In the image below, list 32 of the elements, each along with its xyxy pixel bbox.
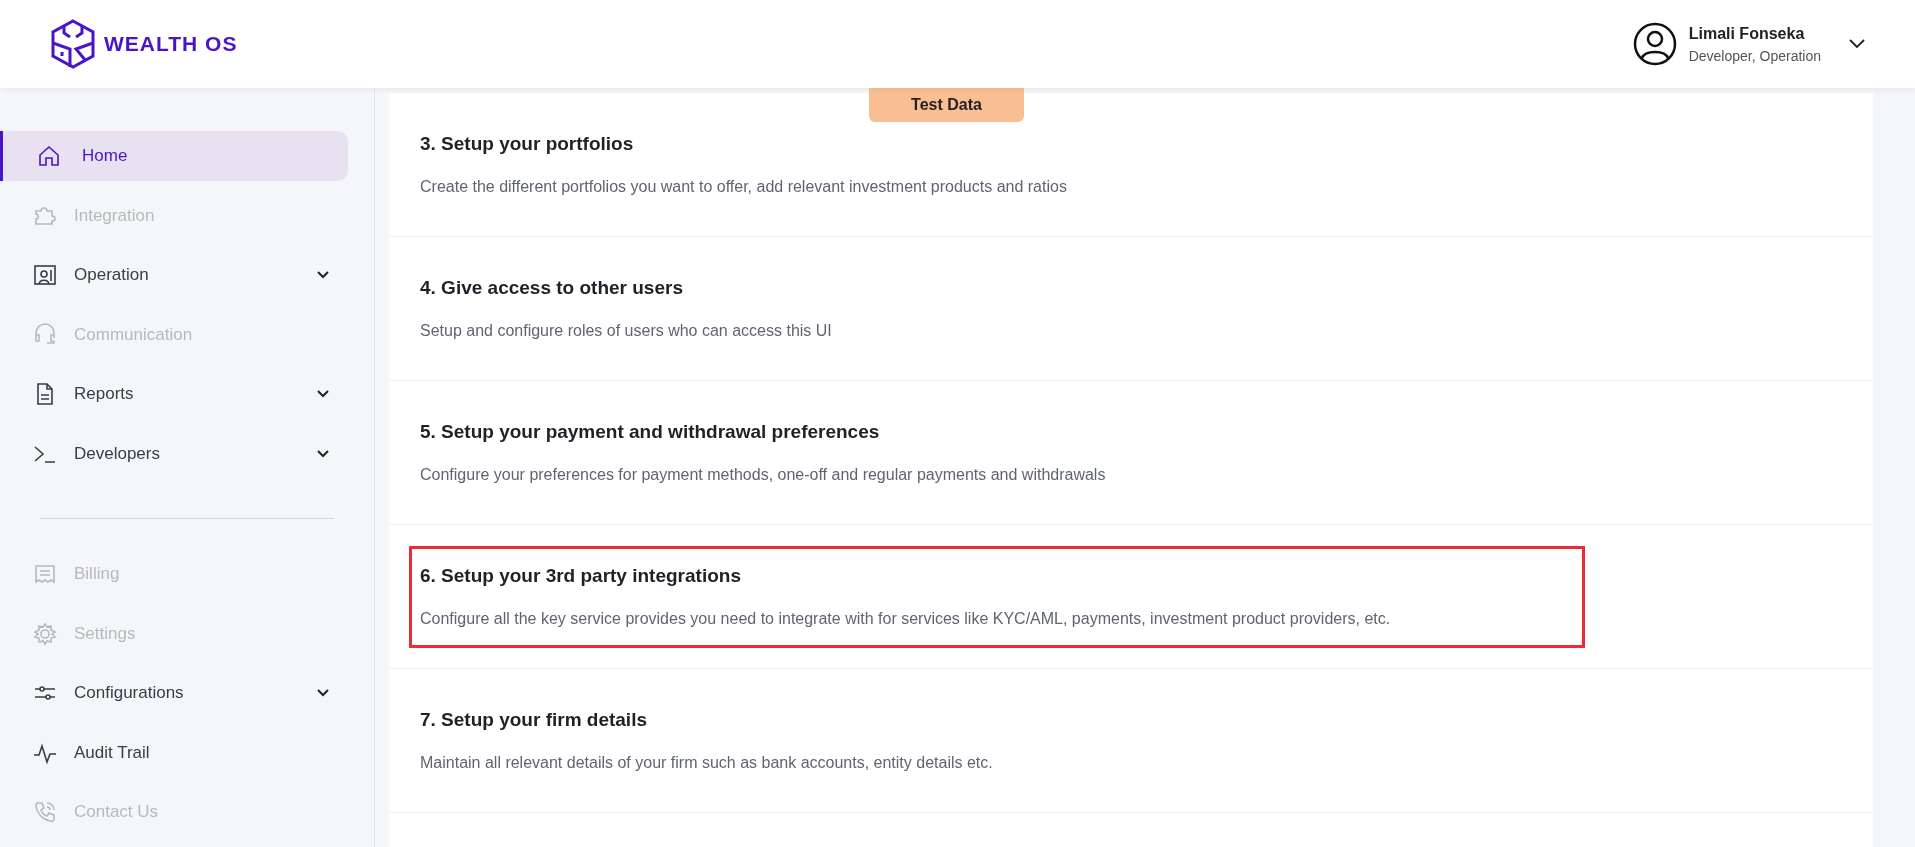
sidebar-item[interactable]: Configurations xyxy=(0,668,348,718)
sidebar-item[interactable]: Operation xyxy=(0,250,348,300)
user-avatar-icon[interactable] xyxy=(1632,22,1677,66)
monitor-person-icon xyxy=(33,262,57,287)
sidebar-item[interactable]: Developers xyxy=(0,428,348,479)
logo-icon xyxy=(50,19,96,69)
sidebar-item[interactable]: Home xyxy=(0,131,348,181)
step-description: Setup and configure roles of users who can access this UI xyxy=(420,320,832,341)
step-title: 3. Setup your portfolios xyxy=(420,132,634,157)
headset-icon xyxy=(33,322,57,347)
step-description: Create the different portfolios you want to offer, add relevant investment products and ratios xyxy=(420,176,1067,197)
user-name: Limali Fonseka xyxy=(1688,23,1806,44)
highlight-frame[interactable]: 6. Setup your 3rd party integrations Configure all the key service provides you need to integrate with for services like KYC/AML, payments, investment product providers, etc. xyxy=(409,545,1585,648)
brand-name: WEALTH OS xyxy=(104,31,238,58)
step-item[interactable]: 4. Give access to other users Setup and configure roles of users who can access this UI xyxy=(409,257,1585,360)
step-description: Configure all the key service provides you need to integrate with for services like KYC/AML, payments, investment product providers, etc. xyxy=(420,608,1391,629)
step-title: 7. Setup your firm details xyxy=(420,708,647,733)
step-title: 4. Give access to other users xyxy=(420,276,683,301)
home-icon xyxy=(37,143,61,168)
step-title: 5. Setup your payment and withdrawal preferences xyxy=(420,420,880,445)
step-item[interactable]: 7. Setup your firm details Maintain all relevant details of your firm such as bank accounts, entity details etc. xyxy=(409,689,1585,792)
test-data-badge: Test Data xyxy=(869,88,1024,122)
sidebar-item[interactable]: Reports xyxy=(0,369,348,419)
gear-icon xyxy=(33,621,57,646)
step-item[interactable]: 5. Setup your payment and withdrawal preferences Configure your preferences for payment methods, one-off and regular payments and withdrawals xyxy=(409,401,1585,504)
user-roles: Developer, Operation xyxy=(1688,46,1821,66)
phone-icon xyxy=(33,800,57,825)
chevron-down-icon[interactable] xyxy=(1849,39,1865,49)
sidebar-item[interactable]: Audit Trail xyxy=(0,727,348,778)
step-title: 6. Setup your 3rd party integrations xyxy=(420,564,741,589)
step-description: Configure your preferences for payment methods, one-off and regular payments and withdrawals xyxy=(420,464,1106,485)
step-description: Maintain all relevant details of your firm such as bank accounts, entity details etc. xyxy=(420,752,993,773)
